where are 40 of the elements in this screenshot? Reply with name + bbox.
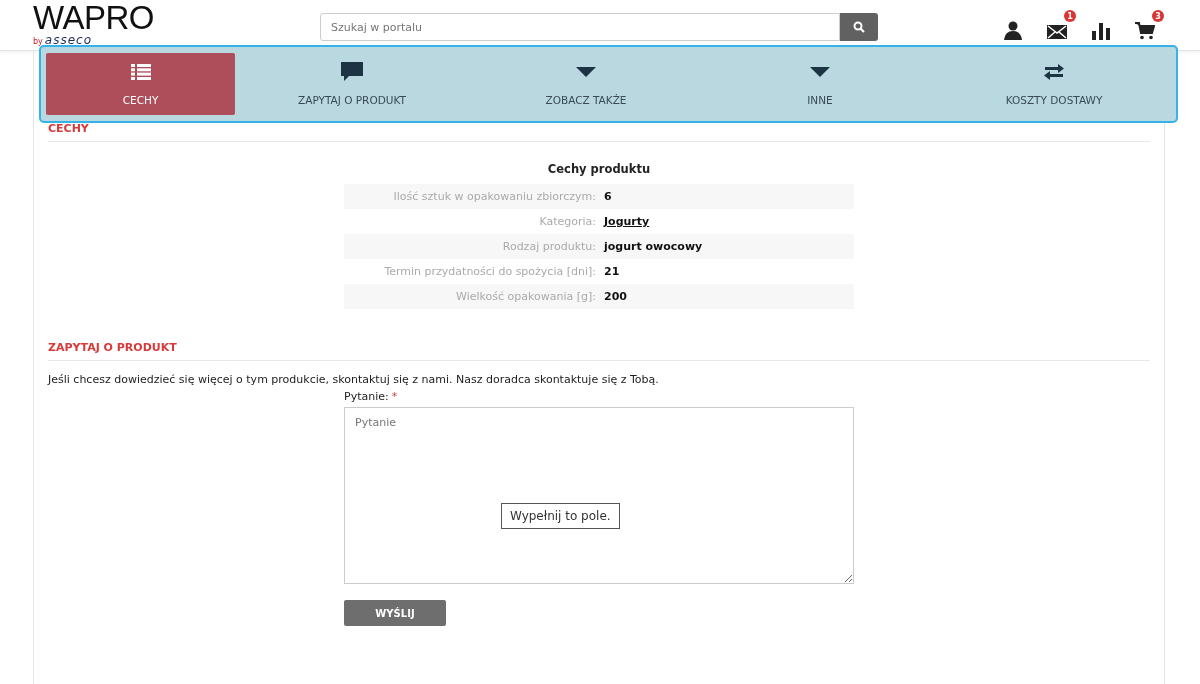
field-label: Pytanie: <box>344 390 389 403</box>
tab[interactable]: INNE <box>703 53 937 115</box>
table-title: Cechy produktu <box>546 161 652 178</box>
send-button[interactable]: WYŚLIJ <box>344 600 446 626</box>
cart-icon[interactable] <box>1135 22 1155 40</box>
feature-value: jogurt owocowy <box>604 240 703 253</box>
caret-icon <box>810 67 830 77</box>
section-heading: ZAPYTAJ O PRODUKT <box>48 341 1150 361</box>
feature-label: Wielkość opakowania [g]: <box>455 290 597 303</box>
logo-wordmark[interactable]: WAPRO <box>33 0 320 36</box>
search-button[interactable] <box>840 13 878 41</box>
validation-tooltip: Wypełnij to pole. <box>501 503 620 529</box>
logo-by-text: by <box>33 37 43 47</box>
feature-label: Rodzaj produktu: <box>501 240 597 253</box>
feature-value: 21 <box>604 265 620 278</box>
notification-badge: 3 <box>1152 10 1164 22</box>
feature-value: 200 <box>604 290 627 303</box>
feature-label: Ilość sztuk w opakowaniu zbiorczym: <box>392 190 597 203</box>
caret-icon <box>576 67 596 77</box>
tab[interactable]: KOSZTY DOSTAWY <box>937 53 1171 115</box>
notification-badge: 1 <box>1064 10 1076 22</box>
section-heading: CECHY <box>48 122 1150 142</box>
tab[interactable]: ZOBACZ TAKŻE <box>469 53 703 115</box>
feature-value: 6 <box>604 190 612 203</box>
tab[interactable]: ZAPYTAJ O PRODUKT <box>235 53 469 115</box>
envelope-icon[interactable] <box>1047 24 1067 40</box>
intro-text: Jeśli chcesz dowiedzieć się więcej o tym produkcie, skontaktuj się z nami. Nasz doradca skontaktuje się z Tobą. <box>48 373 660 386</box>
swap-arrows-icon <box>1043 64 1065 80</box>
logo-brand-text: asseco <box>44 34 92 46</box>
list-icon <box>130 64 151 80</box>
search-icon <box>853 21 865 33</box>
user-icon[interactable] <box>1003 20 1023 40</box>
feature-label: Kategoria: <box>538 215 597 228</box>
feature-link[interactable]: Jogurty <box>604 215 650 228</box>
bar-chart-icon[interactable] <box>1092 22 1110 40</box>
speech-bubble-icon <box>341 62 363 82</box>
required-mark: * <box>391 390 398 403</box>
search-field[interactable]: Szukaj w portalu <box>320 13 840 41</box>
feature-label: Termin przydatności do spożycia [dni]: <box>383 265 597 278</box>
tab[interactable]: CECHY <box>46 53 235 115</box>
